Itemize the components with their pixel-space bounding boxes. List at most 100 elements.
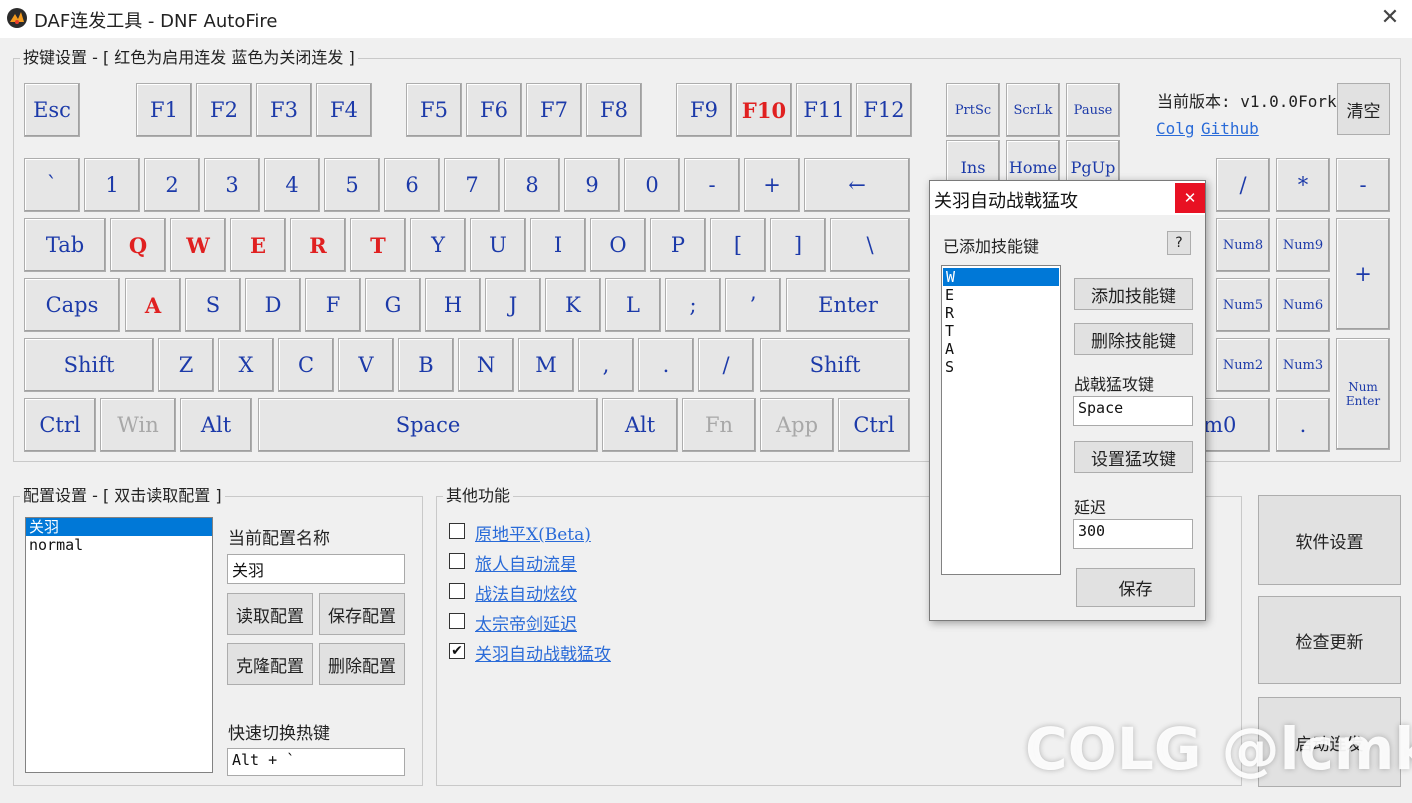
key-j[interactable]: J <box>485 278 541 332</box>
dialog-save-button[interactable]: 保存 <box>1076 568 1195 607</box>
config-list[interactable]: 关羽 normal <box>25 517 213 773</box>
key-minus[interactable]: - <box>684 158 740 212</box>
key-space[interactable]: Space <box>258 398 598 452</box>
config-name-input[interactable]: 关羽 <box>227 554 405 584</box>
key-z[interactable]: Z <box>158 338 214 392</box>
key-num9[interactable]: Num9 <box>1276 218 1330 272</box>
key-scrlk[interactable]: ScrLk <box>1006 83 1060 137</box>
key-plus[interactable]: + <box>744 158 800 212</box>
key-i[interactable]: I <box>530 218 586 272</box>
skill-list-item[interactable]: T <box>942 322 1060 340</box>
key-t[interactable]: T <box>350 218 406 272</box>
key-5[interactable]: 5 <box>324 158 380 212</box>
skill-list-item[interactable]: W <box>943 268 1059 286</box>
config-list-item[interactable]: normal <box>26 536 212 554</box>
key-semicolon[interactable]: ; <box>665 278 721 332</box>
key-backtick[interactable]: ` <box>24 158 80 212</box>
key-num6[interactable]: Num6 <box>1276 278 1330 332</box>
key-num-divide[interactable]: / <box>1216 158 1270 212</box>
key-2[interactable]: 2 <box>144 158 200 212</box>
key-num2[interactable]: Num2 <box>1216 338 1270 392</box>
github-link[interactable]: Github <box>1201 119 1259 138</box>
config-list-item[interactable]: 关羽 <box>26 518 212 536</box>
key-app[interactable]: App <box>760 398 834 452</box>
key-8[interactable]: 8 <box>504 158 560 212</box>
key-right-shift[interactable]: Shift <box>760 338 910 392</box>
key-6[interactable]: 6 <box>384 158 440 212</box>
checkbox-taizong[interactable] <box>449 613 465 629</box>
key-f11[interactable]: F11 <box>796 83 852 137</box>
add-skill-button[interactable]: 添加技能键 <box>1074 278 1193 310</box>
key-b[interactable]: B <box>398 338 454 392</box>
key-enter[interactable]: Enter <box>786 278 910 332</box>
key-f6[interactable]: F6 <box>466 83 522 137</box>
key-x[interactable]: X <box>218 338 274 392</box>
key-9[interactable]: 9 <box>564 158 620 212</box>
key-y[interactable]: Y <box>410 218 466 272</box>
skill-list-item[interactable]: E <box>942 286 1060 304</box>
key-num-multiply[interactable]: * <box>1276 158 1330 212</box>
key-l[interactable]: L <box>605 278 661 332</box>
key-f9[interactable]: F9 <box>676 83 732 137</box>
key-v[interactable]: V <box>338 338 394 392</box>
key-num5[interactable]: Num5 <box>1216 278 1270 332</box>
option-taizong[interactable]: 太宗帝剑延迟 <box>475 610 577 635</box>
key-period[interactable]: . <box>638 338 694 392</box>
key-f2[interactable]: F2 <box>196 83 252 137</box>
key-f1[interactable]: F1 <box>136 83 192 137</box>
option-guanyu[interactable]: 关羽自动战戟猛攻 <box>475 640 611 665</box>
delay-input[interactable]: 300 <box>1073 519 1193 549</box>
check-update-button[interactable]: 检查更新 <box>1258 596 1401 684</box>
key-comma[interactable]: , <box>578 338 634 392</box>
skills-list[interactable]: W E R T A S <box>941 265 1061 575</box>
key-num8[interactable]: Num8 <box>1216 218 1270 272</box>
key-left-ctrl[interactable]: Ctrl <box>24 398 96 452</box>
attack-key-input[interactable]: Space <box>1073 396 1193 426</box>
skill-list-item[interactable]: A <box>942 340 1060 358</box>
key-f3[interactable]: F3 <box>256 83 312 137</box>
key-right-ctrl[interactable]: Ctrl <box>838 398 910 452</box>
window-close-icon[interactable]: ✕ <box>1374 4 1406 32</box>
key-num-decimal[interactable]: . <box>1276 398 1330 452</box>
option-traveler[interactable]: 旅人自动流星 <box>475 550 577 575</box>
key-left-shift[interactable]: Shift <box>24 338 154 392</box>
set-attack-key-button[interactable]: 设置猛攻键 <box>1074 441 1193 473</box>
clear-button[interactable]: 清空 <box>1337 83 1390 135</box>
key-caps[interactable]: Caps <box>24 278 120 332</box>
key-num-subtract[interactable]: - <box>1336 158 1390 212</box>
key-o[interactable]: O <box>590 218 646 272</box>
key-h[interactable]: H <box>425 278 481 332</box>
key-num-enter[interactable]: Num Enter <box>1336 338 1390 450</box>
key-f4[interactable]: F4 <box>316 83 372 137</box>
key-d[interactable]: D <box>245 278 301 332</box>
key-w[interactable]: W <box>170 218 226 272</box>
key-c[interactable]: C <box>278 338 334 392</box>
key-left-bracket[interactable]: [ <box>710 218 766 272</box>
remove-skill-button[interactable]: 删除技能键 <box>1074 323 1193 355</box>
clone-config-button[interactable]: 克隆配置 <box>227 643 313 685</box>
key-prtsc[interactable]: PrtSc <box>946 83 1000 137</box>
key-f8[interactable]: F8 <box>586 83 642 137</box>
key-backspace[interactable]: ← <box>804 158 910 212</box>
key-u[interactable]: U <box>470 218 526 272</box>
key-quote[interactable]: ’ <box>725 278 781 332</box>
option-battlemage[interactable]: 战法自动炫纹 <box>475 580 577 605</box>
key-a[interactable]: A <box>125 278 181 332</box>
key-k[interactable]: K <box>545 278 601 332</box>
key-4[interactable]: 4 <box>264 158 320 212</box>
hotkey-input[interactable]: Alt + ` <box>227 748 405 776</box>
help-button[interactable]: ? <box>1167 231 1191 255</box>
key-right-alt[interactable]: Alt <box>602 398 678 452</box>
key-7[interactable]: 7 <box>444 158 500 212</box>
key-1[interactable]: 1 <box>84 158 140 212</box>
software-settings-button[interactable]: 软件设置 <box>1258 495 1401 585</box>
delete-config-button[interactable]: 删除配置 <box>319 643 405 685</box>
key-num-add[interactable]: + <box>1336 218 1390 330</box>
key-f[interactable]: F <box>305 278 361 332</box>
key-e[interactable]: E <box>230 218 286 272</box>
key-esc[interactable]: Esc <box>24 83 80 137</box>
checkbox-battlemage[interactable] <box>449 583 465 599</box>
key-fn[interactable]: Fn <box>682 398 756 452</box>
option-beta[interactable]: 原地平X(Beta) <box>475 520 591 545</box>
key-f12[interactable]: F12 <box>856 83 912 137</box>
